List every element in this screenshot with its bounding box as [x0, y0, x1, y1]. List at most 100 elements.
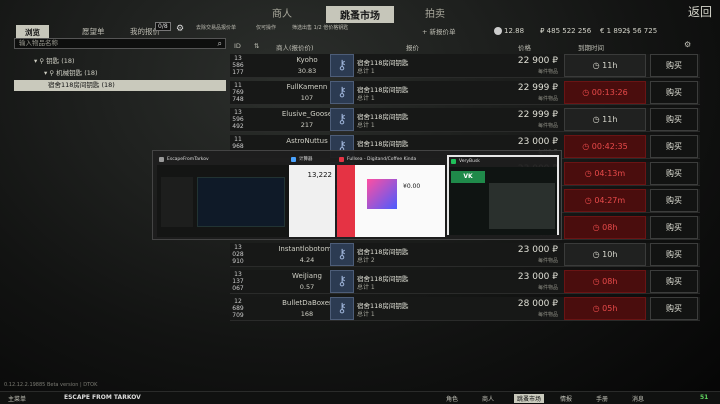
window-thumb-calculator[interactable]: 计算器 13,222 — [289, 155, 335, 237]
offer-id-line: 586 — [232, 62, 244, 69]
offer-id: 11 769 748 — [230, 82, 246, 103]
back-button[interactable]: 返回 — [688, 3, 712, 20]
expiration-timer: ◷ 10h — [564, 243, 646, 266]
window-title: EscapeFromTarkov — [167, 157, 209, 162]
add-offer-button[interactable]: + 新报价单 — [422, 26, 456, 36]
tree-item-keys[interactable]: ▾ ⚲ 钥匙 (18) — [14, 56, 226, 67]
buy-button[interactable]: 购买 — [650, 297, 698, 320]
gear-icon[interactable]: ⚙ — [176, 24, 184, 34]
buy-button[interactable]: 购买 — [650, 81, 698, 104]
main-menu-button[interactable]: 主菜单 — [8, 394, 26, 403]
clock-icon: ◷ — [592, 115, 603, 124]
currency-sort-icon[interactable]: ⇅ — [254, 42, 259, 50]
expiration-value: 08h — [602, 277, 618, 286]
price-unit: 每件物品 — [537, 312, 558, 318]
clock-icon: ◷ — [592, 250, 603, 259]
offer-id-line: 748 — [232, 96, 244, 103]
buy-button[interactable]: 购买 — [650, 270, 698, 293]
search-input[interactable]: 输入物品名称 ⌕ — [14, 38, 226, 49]
item-total: 总计 1 — [357, 95, 375, 102]
tree-label: 钥匙 (18) — [46, 57, 75, 65]
offer-id-line: 910 — [232, 258, 244, 265]
filter-remove-barter[interactable]: 去除交易品报价单 — [196, 24, 236, 31]
taskbar-handbook[interactable]: 手册 — [596, 394, 608, 403]
table-row[interactable]: 13 137 067 WeiJiang 0.57 ⚷ 宿舍118房间钥匙 总计 1 23 000… — [230, 270, 700, 294]
taskbar-character[interactable]: 角色 — [446, 394, 458, 403]
taskbar-traders[interactable]: 商人 — [482, 394, 494, 403]
search-icon[interactable]: ⌕ — [218, 39, 222, 48]
key-icon[interactable]: ⚷ — [330, 243, 354, 266]
taskbar-flea-market[interactable]: 跳蚤市场 — [514, 394, 545, 403]
header-expiration[interactable]: 到期时间 — [578, 42, 604, 52]
expiration-value: 11h — [602, 61, 618, 70]
buy-button[interactable]: 购买 — [650, 243, 698, 266]
seller-rating-value: 107 — [300, 94, 314, 102]
key-icon[interactable]: ⚷ — [330, 81, 354, 104]
offer-id: 13 028 910 — [230, 244, 246, 265]
price-unit: 每件物品 — [537, 285, 558, 291]
offer-id: 13 596 492 — [230, 109, 246, 130]
tree-item-dorm-118-key[interactable]: 宿舍118房间钥匙 (18) — [14, 80, 226, 91]
price-unit: 每件物品 — [537, 258, 558, 264]
tab-wishlist[interactable]: 愿望单 — [82, 26, 105, 37]
key-icon[interactable]: ⚷ — [330, 108, 354, 131]
key-icon[interactable]: ⚷ — [330, 297, 354, 320]
clock-icon: ◷ — [592, 223, 603, 232]
tab-flea-market[interactable]: 跳蚤市场 — [326, 6, 394, 23]
tab-traders[interactable]: 商人 — [272, 5, 292, 20]
euros-balance: € 1 892 — [600, 27, 627, 35]
expiration-value: 00:42:35 — [591, 142, 628, 151]
item-total: 总计 1 — [357, 122, 375, 129]
offer-id: 12 689 709 — [230, 298, 246, 319]
price-unit: 每件物品 — [537, 123, 558, 129]
header-id[interactable]: ID — [234, 42, 241, 50]
seller-rating-value: 0.57 — [299, 283, 315, 291]
header-offer: 报价 — [406, 44, 419, 52]
expiration-timer: ◷ 11h — [564, 108, 646, 131]
key-icon[interactable]: ⚷ — [330, 54, 354, 77]
offer-price: 22 999 ₽ — [517, 110, 558, 120]
offer-price: 23 000 ₽ — [517, 137, 558, 147]
window-thumb-verybusk[interactable]: VeryBusk VK — [447, 155, 559, 235]
rubles-balance: ₽ 485 522 256 — [540, 27, 592, 35]
expiration-value: 00:13:26 — [591, 88, 628, 97]
buy-button[interactable]: 购买 — [650, 189, 698, 212]
filter-available-only[interactable]: 仅可操作 — [256, 24, 276, 31]
buy-button[interactable]: 购买 — [650, 135, 698, 158]
tab-auction[interactable]: 拍卖 — [425, 5, 445, 20]
table-row[interactable]: 13 586 177 Kyoho 30.83 ⚷ 宿舍118房间钥匙 总计 1 22 900 ₽… — [230, 54, 700, 78]
taskbar-messages[interactable]: 消息 — [632, 394, 644, 403]
filter-key-price[interactable]: 筛选出售 1/2 倍价格钥匙 — [292, 24, 348, 31]
window-title: Fullsea - Digitand/Coffee Kinda — [347, 157, 417, 162]
dollars-balance: $ 56 725 — [626, 27, 658, 35]
version-label: 0.12.12.2.19885 Beta version | DTOK — [4, 382, 98, 388]
clock-icon: ◷ — [592, 304, 603, 313]
buy-button[interactable]: 购买 — [650, 162, 698, 185]
table-row[interactable]: 13 596 492 Elusive_Goose 217 ⚷ 宿舍118房间钥匙 总计 1 22… — [230, 108, 700, 132]
window-thumb-tarkov[interactable]: EscapeFromTarkov — [157, 155, 289, 237]
expiration-timer: ◷ 04:27m — [564, 189, 646, 212]
taskbar-intel[interactable]: 情报 — [560, 394, 572, 403]
buy-button[interactable]: 购买 — [650, 54, 698, 77]
expiration-timer: ◷ 00:42:35 — [564, 135, 646, 158]
key-icon[interactable]: ⚷ — [330, 270, 354, 293]
tree-label: 宿舍118房间钥匙 (18) — [48, 81, 115, 89]
buy-button[interactable]: 购买 — [650, 108, 698, 131]
table-row[interactable]: 13 028 910 Instantlobotomy 4.24 ⚷ 宿舍118房间钥匙 总计 … — [230, 243, 700, 267]
bottom-taskbar: 主菜单 ESCAPE FROM TARKOV 角色 商人 跳蚤市场 情报 手册 … — [0, 391, 720, 404]
tree-item-mechanical-keys[interactable]: ▾ ⚲ 机械钥匙 (18) — [14, 68, 226, 79]
offer-id: 13 586 177 — [230, 55, 246, 76]
clock-icon: ◷ — [592, 277, 603, 286]
table-row[interactable]: 12 689 709 BulletDaBoxer 168 ⚷ 宿舍118房间钥匙 总计 1 28… — [230, 297, 700, 321]
buy-button[interactable]: 购买 — [650, 216, 698, 239]
window-thumb-fullsea[interactable]: Fullsea - Digitand/Coffee Kinda ¥0.00 — [337, 155, 445, 237]
window-title: VeryBusk — [459, 159, 480, 164]
settings-icon[interactable]: ⚙ — [684, 40, 691, 49]
item-total: 总计 1 — [357, 311, 375, 318]
offer-count-badge: 0/8 — [155, 22, 171, 31]
offer-price: 22 999 ₽ — [517, 83, 558, 93]
table-row[interactable]: 11 769 748 FullKamenn 107 ⚷ 宿舍118房间钥匙 总计 1 22 99… — [230, 81, 700, 105]
seller-rating-value: 168 — [300, 310, 314, 318]
header-price[interactable]: 价格 — [518, 42, 531, 52]
header-seller[interactable]: 商人(报价价) — [276, 42, 314, 52]
